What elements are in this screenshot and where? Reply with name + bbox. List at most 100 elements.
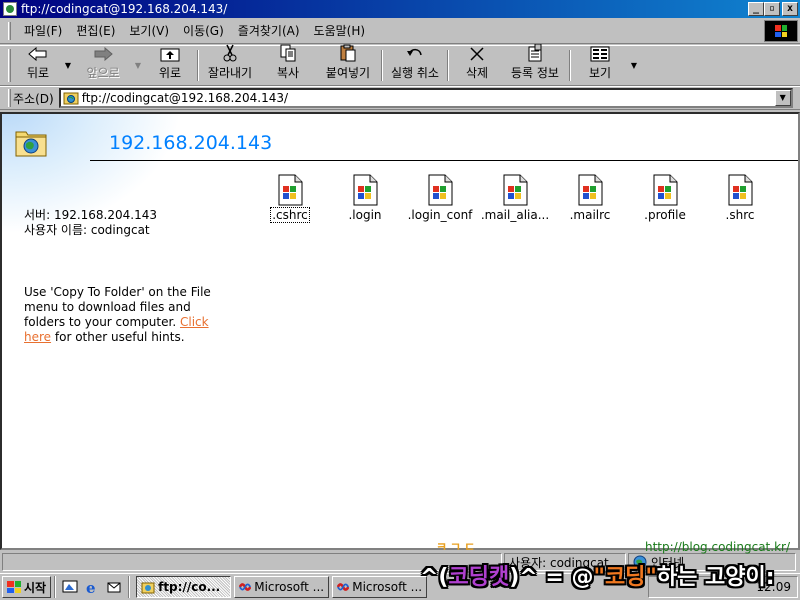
paste-clipboard-icon	[337, 44, 359, 62]
status-bar: 사용자: codingcat 인터넷	[0, 551, 800, 573]
up-button[interactable]: 위로	[145, 46, 195, 85]
addressbar-grip[interactable]	[8, 89, 11, 107]
up-folder-icon	[159, 46, 181, 62]
back-arrow-icon	[27, 46, 49, 62]
views-button[interactable]: 보기	[573, 46, 627, 85]
menu-file[interactable]: 파일(F)	[17, 22, 69, 39]
microsoft-app-icon	[337, 583, 350, 591]
file-name: .cshrc	[270, 207, 310, 223]
address-input[interactable]: ftp://codingcat@192.168.204.143/ ▼	[58, 88, 793, 108]
file-item[interactable]: .profile	[627, 174, 703, 222]
system-tray: 12:09	[648, 576, 798, 598]
paste-button[interactable]: 붙여넣기	[317, 44, 379, 85]
properties-icon	[524, 44, 546, 62]
forward-dropdown[interactable]: ▼	[131, 46, 145, 85]
file-name: .profile	[644, 208, 686, 222]
server-line: 서버: 192.168.204.143	[24, 208, 157, 222]
page-title: 192.168.204.143	[109, 132, 273, 154]
forward-arrow-icon	[92, 46, 114, 62]
scissors-icon	[219, 44, 241, 62]
window-controls: _ ▫ x	[748, 2, 798, 16]
delete-x-icon	[466, 46, 488, 62]
server-info: 서버: 192.168.204.143 사용자 이름: codingcat	[24, 208, 157, 238]
views-grid-icon	[589, 46, 611, 62]
file-list: .cshrc .login .login_conf .mail_alia... .mai…	[252, 174, 792, 234]
internet-explorer-icon[interactable]: e	[83, 578, 101, 596]
outlook-express-icon[interactable]	[105, 578, 123, 596]
window-title: ftp://codingcat@192.168.204.143/	[21, 2, 228, 16]
copy-icon	[277, 44, 299, 62]
folder-view: 192.168.204.143 서버: 192.168.204.143 사용자 …	[0, 112, 800, 550]
task-ftp-window[interactable]: ftp://co...	[136, 576, 232, 598]
toolbar-separator	[447, 50, 449, 81]
title-bar[interactable]: ftp://codingcat@192.168.204.143/ _ ▫ x	[0, 0, 800, 18]
file-icon	[278, 174, 303, 206]
start-button[interactable]: 시작	[2, 576, 52, 598]
copy-button[interactable]: 복사	[259, 44, 317, 85]
toolbar-separator	[569, 50, 571, 81]
address-dropdown-button[interactable]: ▼	[774, 90, 791, 106]
maximize-button[interactable]: ▫	[764, 2, 780, 16]
address-label: 주소(D)	[13, 91, 54, 106]
file-item[interactable]: .mail_alia...	[477, 174, 553, 222]
close-button[interactable]: x	[782, 2, 798, 16]
hint-tail: for other useful hints.	[54, 330, 185, 344]
file-icon	[728, 174, 753, 206]
forward-button[interactable]: 앞으로	[75, 46, 131, 85]
file-name: .mail_alia...	[480, 208, 550, 222]
undo-button[interactable]: 실행 취소	[385, 46, 445, 85]
menu-go[interactable]: 이동(G)	[176, 22, 231, 39]
file-name: .login_conf	[407, 208, 473, 222]
toolbar-grip[interactable]	[8, 49, 11, 82]
file-item[interactable]: .login	[327, 174, 403, 222]
task-microsoft-1[interactable]: Microsoft ...	[234, 576, 330, 598]
windows-logo-icon	[764, 20, 798, 42]
task-microsoft-2[interactable]: Microsoft ...	[332, 576, 428, 598]
delete-button[interactable]: 삭제	[451, 46, 503, 85]
windows-flag-icon	[7, 581, 21, 593]
status-message-panel	[2, 553, 502, 571]
status-user: 사용자: codingcat	[504, 553, 626, 571]
file-name: .shrc	[725, 208, 755, 222]
views-dropdown[interactable]: ▼	[627, 46, 641, 85]
svg-text:e: e	[86, 579, 96, 595]
ftp-folder-icon	[3, 2, 17, 16]
show-desktop-icon[interactable]	[61, 578, 79, 596]
undo-icon	[404, 46, 426, 62]
back-dropdown[interactable]: ▼	[61, 46, 75, 85]
menubar-grip[interactable]	[8, 21, 11, 40]
standard-toolbar: 뒤로 ▼ 앞으로 ▼ 위로 잘라내기 복사 붙여넣기 실행 취소 삭제 등록 정…	[0, 44, 800, 86]
file-item[interactable]: .shrc	[702, 174, 778, 222]
file-item[interactable]: .login_conf	[402, 174, 478, 222]
title-divider	[90, 160, 798, 161]
file-name: .login	[348, 208, 382, 222]
menu-view[interactable]: 보기(V)	[122, 22, 176, 39]
file-item[interactable]: .mailrc	[552, 174, 628, 222]
file-item[interactable]: .cshrc	[252, 174, 328, 223]
file-name: .mailrc	[569, 208, 611, 222]
back-button[interactable]: 뒤로	[15, 46, 61, 85]
hint-text: Use 'Copy To Folder' on the File menu to…	[24, 285, 234, 345]
ftp-site-folder-icon	[15, 131, 47, 157]
toolbar-separator	[197, 50, 199, 81]
ftp-folder-icon	[63, 92, 79, 105]
cut-button[interactable]: 잘라내기	[201, 44, 259, 85]
file-icon	[653, 174, 678, 206]
clock[interactable]: 12:09	[756, 580, 791, 594]
taskbar-separator	[128, 576, 131, 598]
taskbar: 시작 e ftp://co... Microsoft ... Microsoft…	[0, 573, 800, 600]
menu-edit[interactable]: 편집(E)	[69, 22, 122, 39]
menu-bar: 파일(F) 편집(E) 보기(V) 이동(G) 즐겨찾기(A) 도움말(H)	[0, 18, 800, 44]
address-bar: 주소(D) ftp://codingcat@192.168.204.143/ ▼	[0, 86, 800, 110]
properties-button[interactable]: 등록 정보	[503, 44, 567, 85]
file-icon	[428, 174, 453, 206]
toolbar-separator	[381, 50, 383, 81]
file-icon	[353, 174, 378, 206]
menu-help[interactable]: 도움말(H)	[307, 22, 373, 39]
microsoft-app-icon	[239, 583, 252, 591]
minimize-button[interactable]: _	[748, 2, 764, 16]
user-line: 사용자 이름: codingcat	[24, 223, 150, 237]
file-icon	[578, 174, 603, 206]
file-icon	[503, 174, 528, 206]
menu-favorites[interactable]: 즐겨찾기(A)	[231, 22, 307, 39]
